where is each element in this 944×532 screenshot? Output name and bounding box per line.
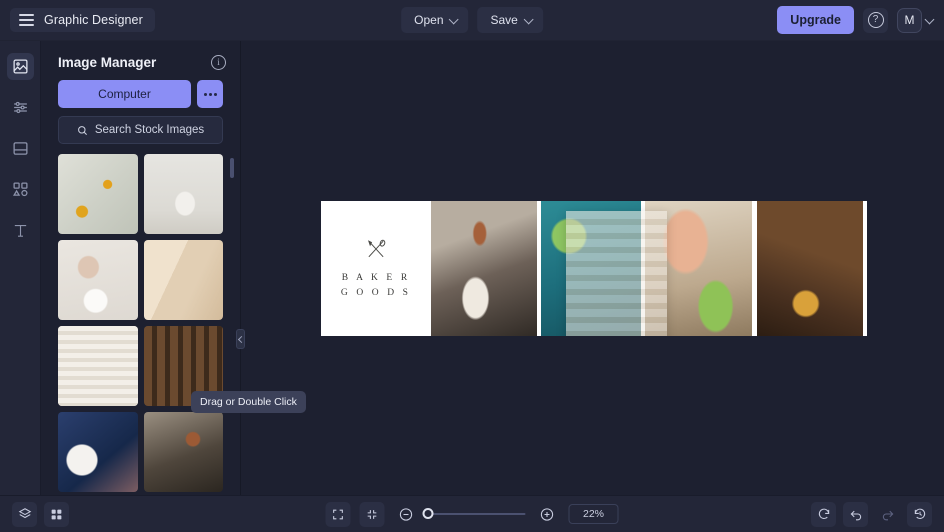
more-sources-button[interactable] [197, 80, 223, 108]
layers-button[interactable] [12, 501, 37, 527]
artboard[interactable]: B A K E R G O O D S [321, 201, 867, 336]
zoom-out-icon [399, 507, 413, 521]
sidebar-item-layout[interactable] [7, 135, 34, 162]
info-icon[interactable]: i [211, 55, 226, 70]
history-button[interactable] [907, 501, 932, 527]
artboard-panel-hands[interactable] [645, 201, 752, 336]
thumbnail-item[interactable] [143, 326, 223, 406]
sidebar-item-adjustments[interactable] [7, 94, 34, 121]
sidebar-item-images[interactable] [6, 53, 34, 80]
canvas-area[interactable]: B A K E R G O O D S [241, 41, 944, 495]
sidebar-item-elements[interactable] [7, 176, 34, 203]
shrink-to-fit-icon [367, 509, 377, 519]
redo-button[interactable] [875, 502, 900, 527]
shapes-icon [12, 182, 28, 197]
artboard-panel-potter[interactable] [431, 201, 537, 336]
shrink-to-fit-button[interactable] [359, 501, 385, 527]
search-stock-images-button[interactable]: Search Stock Images [58, 116, 223, 144]
layers-icon [18, 508, 31, 519]
thumbnail-item[interactable] [143, 240, 223, 320]
thumbnail-item[interactable] [58, 240, 138, 320]
panel-collapse-handle[interactable] [236, 329, 245, 349]
account-actions: Upgrade ? M [777, 6, 934, 34]
zoom-controls: 22% [325, 501, 619, 527]
app-menu-button[interactable]: Graphic Designer [10, 8, 155, 32]
bottom-bar: 22% [0, 495, 944, 532]
logo-line-1: B A K E R [341, 273, 411, 284]
save-button[interactable]: Save [477, 7, 543, 33]
app-root: Graphic Designer Open Save Upgrade ? M I… [0, 0, 944, 532]
grid-icon [51, 509, 62, 519]
page-title: Image Manager [58, 55, 157, 70]
open-label: Open [414, 13, 444, 27]
source-buttons: Computer [41, 80, 240, 108]
computer-source-button[interactable]: Computer [58, 80, 191, 108]
help-button[interactable]: ? [863, 7, 888, 33]
thumbnail-scroll-area[interactable] [41, 154, 240, 495]
undo-icon [850, 510, 861, 521]
account-menu[interactable]: M [897, 7, 934, 33]
search-stock-images-label: Search Stock Images [94, 124, 205, 136]
question-mark-icon: ? [867, 12, 884, 28]
crossed-utensils-icon [368, 240, 386, 258]
history-tools [811, 501, 932, 527]
thumbnail-grid [41, 154, 240, 495]
reset-button[interactable] [811, 501, 836, 527]
panel-scrollbar[interactable] [230, 158, 234, 178]
save-label: Save [490, 13, 518, 27]
artboard-panel-whisk[interactable] [752, 201, 863, 336]
zoom-out-button[interactable] [394, 502, 419, 527]
body: Image Manager i Computer Search Stock Im… [0, 41, 944, 495]
zoom-in-button[interactable] [535, 502, 560, 527]
hamburger-icon [19, 14, 34, 26]
logo-line-2: G O O D S [340, 288, 412, 298]
search-icon [77, 125, 87, 135]
bottom-left-tools [12, 501, 69, 527]
panel-header: Image Manager i [41, 41, 240, 80]
open-button[interactable]: Open [401, 7, 469, 33]
zoom-level-value[interactable]: 22% [568, 504, 619, 524]
zoom-slider-knob[interactable] [422, 508, 434, 519]
tool-rail [0, 41, 41, 495]
redo-icon [882, 510, 893, 521]
fit-screen-icon [333, 509, 343, 519]
app-title: Graphic Designer [44, 13, 143, 27]
zoom-slider[interactable] [422, 508, 526, 519]
zoom-in-icon [540, 507, 554, 521]
file-actions: Open Save [401, 7, 543, 33]
artboard-panel-logo[interactable]: B A K E R G O O D S [321, 201, 431, 336]
top-bar: Graphic Designer Open Save Upgrade ? M [0, 0, 944, 41]
image-manager-panel: Image Manager i Computer Search Stock Im… [41, 41, 306, 495]
thumbnail-item[interactable] [58, 412, 138, 492]
logo-text: B A K E R G O O D S [341, 271, 411, 300]
chevron-down-icon [926, 16, 934, 24]
thumbnail-item[interactable] [58, 326, 138, 406]
layout-icon [12, 142, 28, 155]
fit-screen-button[interactable] [325, 501, 351, 527]
text-icon [14, 224, 26, 237]
sidebar-item-text[interactable] [7, 217, 34, 244]
thumbnail-item[interactable] [143, 154, 223, 234]
artboard-panel-teal[interactable] [537, 201, 645, 336]
chevron-down-icon [525, 16, 533, 24]
thumbnail-item[interactable] [143, 412, 223, 492]
grid-view-button[interactable] [44, 501, 69, 527]
avatar: M [897, 7, 922, 33]
sliders-icon [13, 101, 27, 114]
undo-button[interactable] [843, 501, 868, 527]
image-icon [12, 59, 28, 74]
upgrade-button[interactable]: Upgrade [777, 6, 854, 34]
history-icon [914, 508, 925, 519]
chevron-down-icon [451, 16, 459, 24]
reset-icon [818, 508, 829, 519]
thumbnail-item[interactable] [58, 154, 138, 234]
